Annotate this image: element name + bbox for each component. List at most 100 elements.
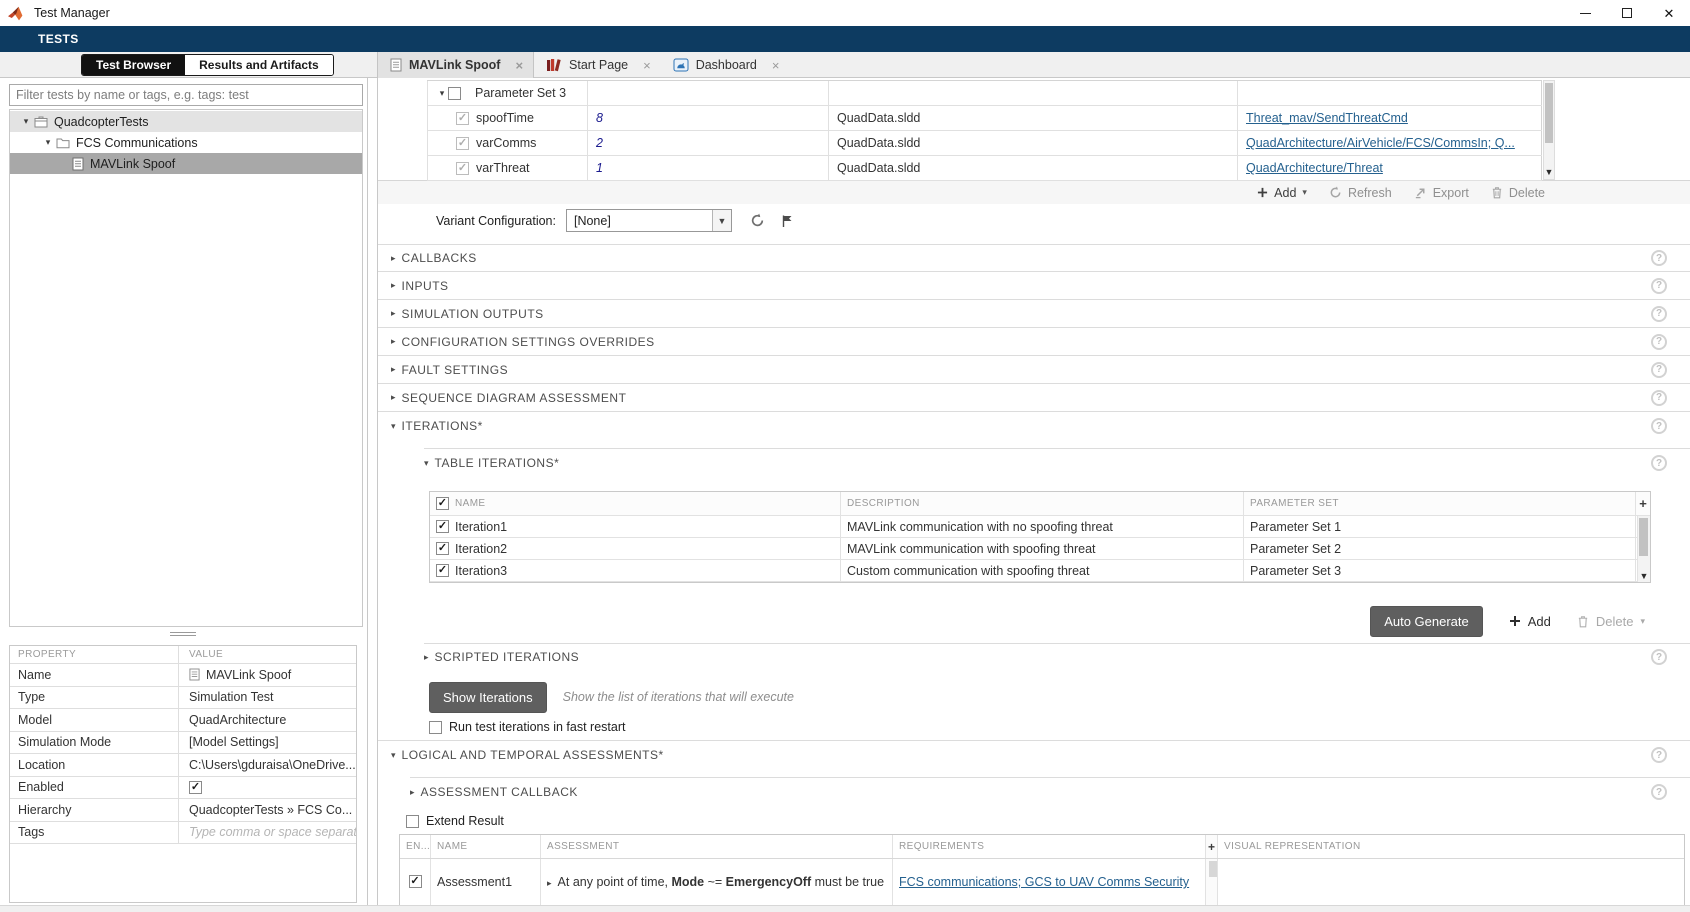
enabled-checkbox[interactable] [189, 781, 202, 794]
close-button[interactable]: ✕ [1648, 0, 1690, 26]
scrollbar-thumb[interactable] [1545, 83, 1553, 143]
refresh-variant-button[interactable] [750, 213, 765, 228]
help-icon[interactable]: ? [1651, 784, 1667, 800]
iteration-row-1[interactable]: Iteration1 MAVLink communication with no… [430, 516, 1650, 538]
iteration-checkbox[interactable] [436, 564, 449, 577]
requirement-link[interactable]: FCS communications; GCS to UAV Comms Sec… [899, 875, 1189, 889]
help-icon[interactable]: ? [1651, 278, 1667, 294]
auto-generate-button[interactable]: Auto Generate [1370, 606, 1483, 637]
help-icon[interactable]: ? [1651, 649, 1667, 665]
property-value[interactable]: Simulation Test [179, 687, 356, 709]
assessment-expression[interactable]: At any point of time, Mode ~= EmergencyO… [541, 859, 893, 905]
chevron-down-icon[interactable]: ▼ [712, 210, 731, 231]
parameter-value[interactable]: 8 [588, 106, 829, 130]
parameter-checkbox[interactable] [456, 137, 469, 150]
parameter-checkbox[interactable] [456, 112, 469, 125]
assessment-checkbox[interactable] [409, 875, 422, 888]
add-iteration-button[interactable]: Add [1509, 614, 1551, 629]
section-sequence-diagram-assessment[interactable]: SEQUENCE DIAGRAM ASSESSMENT ? [378, 384, 1690, 412]
minimize-button[interactable] [1564, 0, 1606, 26]
add-column-icon[interactable]: + [1639, 497, 1647, 510]
iteration-row-3[interactable]: Iteration3 Custom communication with spo… [430, 560, 1650, 582]
scrollbar-thumb[interactable] [1209, 861, 1217, 877]
title-bar: Test Manager ✕ [0, 0, 1690, 26]
iteration-checkbox[interactable] [436, 542, 449, 555]
doc-tab-start-page[interactable]: Start Page [534, 52, 661, 78]
section-simulation-outputs[interactable]: SIMULATION OUTPUTS ? [378, 300, 1690, 328]
section-logical-temporal-assessments[interactable]: LOGICAL AND TEMPORAL ASSESSMENTS* ? [378, 741, 1690, 769]
help-icon[interactable]: ? [1651, 455, 1667, 471]
property-row-location: Location C:\Users\gduraisa\OneDrive... [10, 754, 356, 777]
help-icon[interactable]: ? [1651, 362, 1667, 378]
scrollbar-thumb[interactable] [1639, 518, 1648, 556]
filter-tests-input[interactable] [9, 84, 363, 106]
section-configuration-settings-overrides[interactable]: CONFIGURATION SETTINGS OVERRIDES ? [378, 328, 1690, 356]
section-callbacks[interactable]: CALLBACKS ? [378, 244, 1690, 272]
iteration-row-2[interactable]: Iteration2 MAVLink communication with sp… [430, 538, 1650, 560]
tree-item-quadcoptertests[interactable]: QuadcopterTests [10, 111, 362, 132]
property-value[interactable]: MAVLink Spoof [179, 664, 356, 686]
delete-iteration-button[interactable]: Delete ▾ [1577, 614, 1645, 629]
iteration-checkbox[interactable] [436, 520, 449, 533]
chevron-down-icon[interactable] [42, 137, 54, 148]
help-icon[interactable]: ? [1651, 306, 1667, 322]
section-iterations[interactable]: ITERATIONS* ? [378, 412, 1690, 440]
help-icon[interactable]: ? [1651, 250, 1667, 266]
parameter-value[interactable]: 1 [588, 156, 829, 180]
help-icon[interactable]: ? [1651, 418, 1667, 434]
property-value[interactable]: QuadArchitecture [179, 709, 356, 731]
scroll-down-icon[interactable]: ▼ [1544, 167, 1554, 177]
parameter-set-checkbox[interactable] [448, 87, 461, 100]
doc-tab-dashboard[interactable]: Dashboard [661, 52, 790, 78]
parameter-usage-link[interactable]: Threat_mav/SendThreatCmd [1246, 111, 1408, 125]
delete-parameter-button[interactable]: Delete [1491, 186, 1545, 200]
document-icon [72, 157, 84, 171]
section-assessment-callback[interactable]: ASSESSMENT CALLBACK ? [410, 778, 1690, 806]
parameter-row-varthreat[interactable]: varThreat 1 QuadData.sldd QuadArchitectu… [427, 156, 1542, 181]
iterations-table-scrollbar[interactable]: ▼ [1637, 516, 1650, 582]
tree-item-fcs-communications[interactable]: FCS Communications [10, 132, 362, 153]
doc-tab-mavlink-spoof[interactable]: MAVLink Spoof [377, 52, 534, 78]
section-scripted-iterations[interactable]: SCRIPTED ITERATIONS ? [424, 644, 1690, 670]
maximize-button[interactable] [1606, 0, 1648, 26]
tags-input[interactable]: Type comma or space separat [189, 825, 356, 839]
tree-item-mavlink-spoof[interactable]: MAVLink Spoof [10, 153, 362, 174]
variant-configuration-select[interactable]: [None] ▼ [566, 209, 732, 232]
section-fault-settings[interactable]: FAULT SETTINGS ? [378, 356, 1690, 384]
show-variant-button[interactable] [781, 214, 794, 228]
parameter-checkbox[interactable] [456, 162, 469, 175]
section-table-iterations[interactable]: TABLE ITERATIONS* ? [424, 449, 1690, 477]
parameter-row-spooftime[interactable]: spoofTime 8 QuadData.sldd Threat_mav/Sen… [427, 106, 1542, 131]
refresh-parameters-button[interactable]: Refresh [1329, 186, 1392, 200]
fast-restart-checkbox[interactable] [429, 721, 442, 734]
parameter-table-scrollbar[interactable]: ▼ [1543, 80, 1555, 180]
panel-splitter-handle[interactable] [170, 632, 196, 636]
export-parameters-button[interactable]: Export [1414, 186, 1469, 200]
close-tab-icon[interactable] [643, 58, 651, 73]
tab-test-browser[interactable]: Test Browser [82, 55, 185, 75]
add-parameter-button[interactable]: Add ▾ [1257, 186, 1307, 200]
parameter-usage-link[interactable]: QuadArchitecture/AirVehicle/FCS/CommsIn;… [1246, 136, 1515, 150]
chevron-down-icon[interactable] [436, 88, 448, 99]
tab-results-and-artifacts[interactable]: Results and Artifacts [185, 55, 333, 75]
extend-result-checkbox[interactable] [406, 815, 419, 828]
show-iterations-button[interactable]: Show Iterations [429, 682, 547, 713]
ribbon-tab-tests[interactable]: TESTS [38, 32, 79, 46]
parameter-group-row[interactable]: Parameter Set 3 [427, 81, 1542, 106]
close-tab-icon[interactable] [772, 58, 780, 73]
scroll-down-icon[interactable]: ▼ [1638, 571, 1650, 581]
chevron-right-icon[interactable] [547, 875, 552, 889]
add-requirement-icon[interactable]: + [1208, 840, 1215, 854]
section-inputs[interactable]: INPUTS ? [378, 272, 1690, 300]
help-icon[interactable]: ? [1651, 334, 1667, 350]
parameter-usage-link[interactable]: QuadArchitecture/Threat [1246, 161, 1383, 175]
select-all-iterations-checkbox[interactable] [436, 497, 449, 510]
help-icon[interactable]: ? [1651, 747, 1667, 763]
chevron-down-icon[interactable] [20, 116, 32, 127]
help-icon[interactable]: ? [1651, 390, 1667, 406]
property-value[interactable]: [Model Settings] [179, 732, 356, 754]
assessment-row-1[interactable]: Assessment1 At any point of time, Mode ~… [400, 859, 1684, 905]
close-tab-icon[interactable] [515, 58, 523, 73]
parameter-value[interactable]: 2 [588, 131, 829, 155]
parameter-row-varcomms[interactable]: varComms 2 QuadData.sldd QuadArchitectur… [427, 131, 1542, 156]
